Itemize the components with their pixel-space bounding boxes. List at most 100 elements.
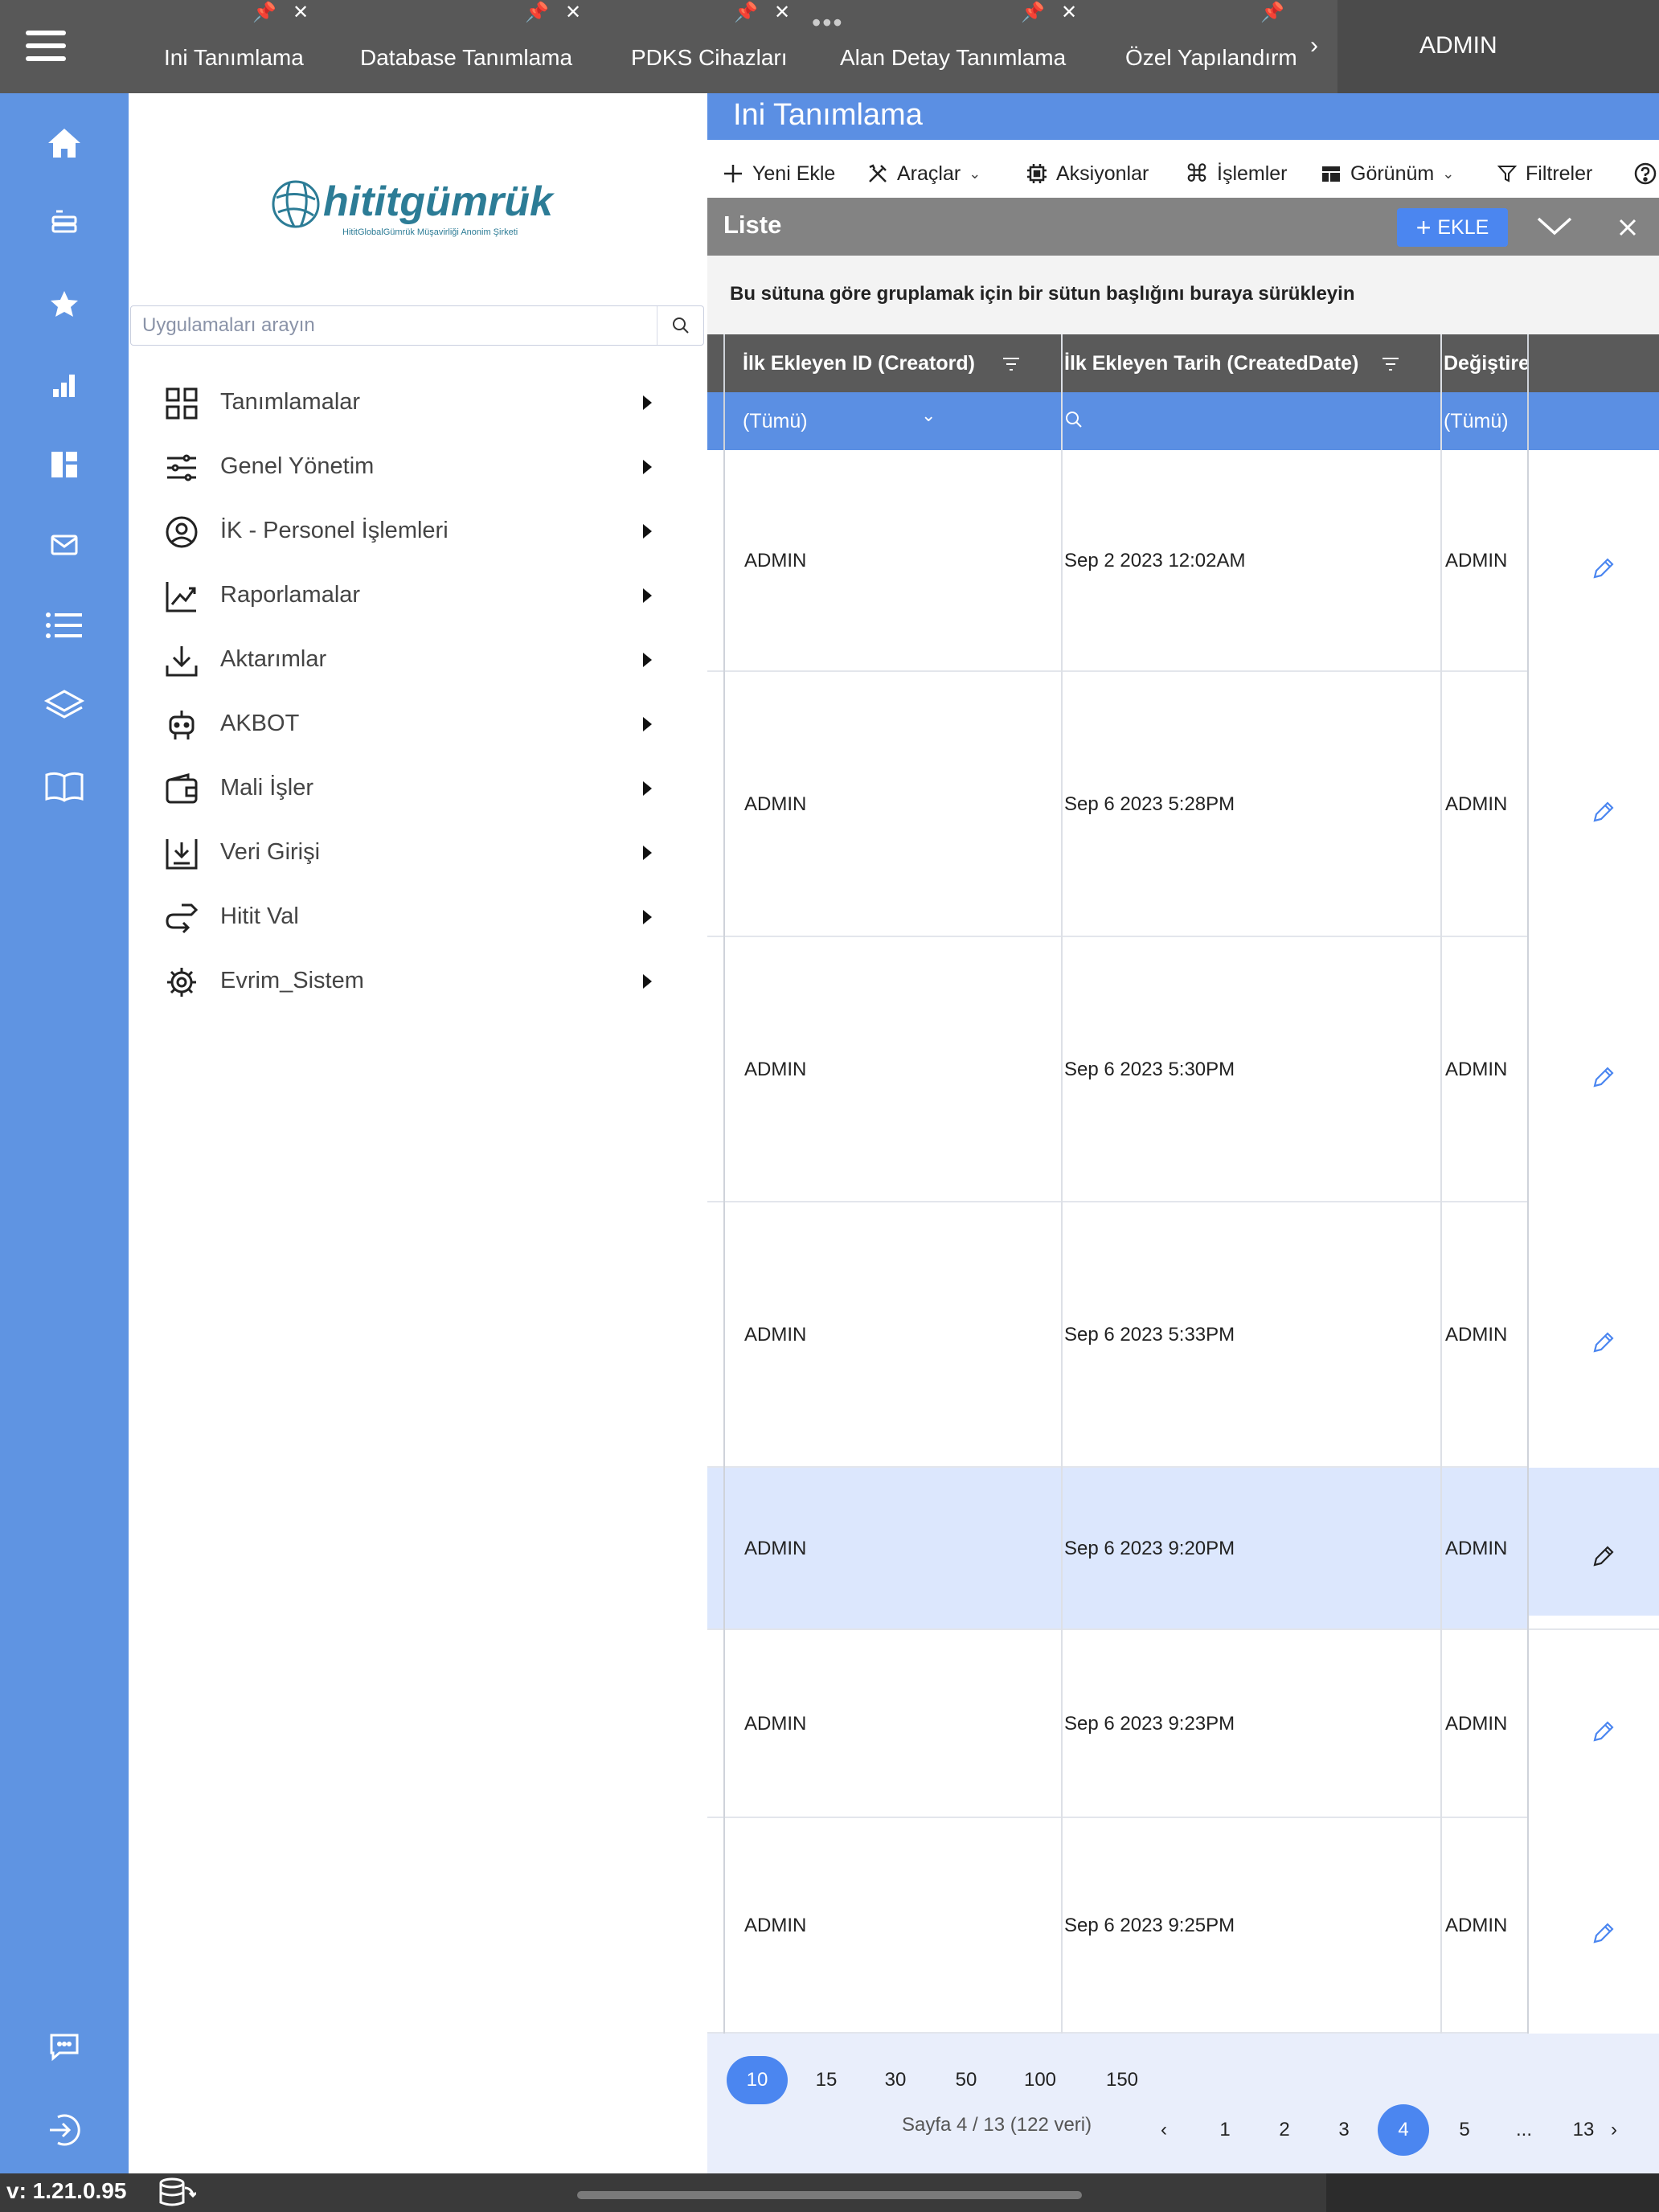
new-button[interactable]: Yeni Ekle	[722, 158, 835, 190]
page-number[interactable]: 3	[1318, 2104, 1370, 2156]
group-drop-area[interactable]: Bu sütuna göre gruplamak için bir sütun …	[707, 256, 1659, 334]
menu-item-raporlamalar[interactable]: Raporlamalar	[164, 571, 678, 619]
plus-icon: +	[1415, 213, 1432, 242]
layers-icon[interactable]	[40, 682, 88, 730]
close-tab-icon[interactable]: ✕	[1061, 2, 1077, 24]
table-row[interactable]: ADMIN Sep 2 2023 12:02AM ADMIN	[707, 450, 1659, 672]
help-button[interactable]	[1633, 158, 1659, 190]
page-size-option[interactable]: 15	[796, 2056, 857, 2104]
menu-item-label: Mali İşler	[220, 775, 314, 801]
list-icon[interactable]	[40, 601, 88, 649]
layout-icon	[1322, 166, 1340, 182]
table-row[interactable]: ADMIN Sep 6 2023 9:20PM ADMIN	[707, 1468, 1659, 1630]
chevron-right-icon[interactable]: ›	[1310, 32, 1318, 59]
pin-icon[interactable]: 📌	[734, 2, 758, 24]
tab-database-tanimlama[interactable]: 📌 ✕ Database Tanımlama	[360, 0, 601, 93]
page-number[interactable]: 1	[1199, 2104, 1251, 2156]
actions-button[interactable]: Aksiyonlar	[1026, 158, 1149, 190]
page-size-option[interactable]: 100	[1010, 2056, 1071, 2104]
mail-icon[interactable]	[40, 521, 88, 569]
page-number[interactable]: 2	[1259, 2104, 1310, 2156]
edit-pencil-icon[interactable]	[1590, 1329, 1617, 1356]
home-icon[interactable]	[40, 119, 88, 167]
prev-page-icon[interactable]: ‹	[1138, 2104, 1190, 2156]
column-filter-icon[interactable]	[1381, 355, 1400, 373]
creator-filter-select[interactable]: (Tümü) ⌄	[743, 392, 1048, 450]
table-row[interactable]: ADMIN Sep 6 2023 9:23PM ADMIN	[707, 1630, 1659, 1818]
chevron-down-icon: ⌄	[1442, 165, 1455, 182]
tab-ozel-yapilandirma[interactable]: 📌 Özel Yapılandırm	[1125, 0, 1299, 93]
menu-item-genel-yonetim[interactable]: Genel Yönetim	[164, 442, 678, 490]
operations-button[interactable]: ⌘ İşlemler	[1185, 158, 1288, 190]
edit-pencil-icon[interactable]	[1590, 1919, 1617, 1947]
edit-pencil-icon[interactable]	[1590, 1542, 1617, 1570]
cell-modifier: ADMIN	[1445, 1538, 1508, 1559]
column-filter-icon[interactable]	[1002, 355, 1021, 373]
app-search-input[interactable]	[142, 311, 641, 340]
tab-ini-tanimlama[interactable]: 📌 ✕ Ini Tanımlama	[164, 0, 325, 93]
close-tab-icon[interactable]: ✕	[565, 2, 581, 24]
caret-right-icon	[643, 974, 652, 989]
menu-item-ik-personel[interactable]: İK - Personel İşlemleri	[164, 506, 678, 555]
star-icon[interactable]	[40, 280, 88, 328]
view-dropdown[interactable]: Görünüm ⌄	[1320, 158, 1454, 190]
edit-pencil-icon[interactable]	[1590, 1063, 1617, 1091]
pin-icon[interactable]: 📌	[1021, 2, 1045, 24]
toolbar: Yeni Ekle Araçlar ⌄ Aksiyonlar ⌘ İşlemle…	[707, 140, 1659, 204]
menu-item-evrim-sistem[interactable]: Evrim_Sistem	[164, 956, 678, 1005]
tools-dropdown[interactable]: Araçlar ⌄	[866, 158, 981, 190]
pin-icon[interactable]: 📌	[525, 2, 549, 24]
close-tab-icon[interactable]: ✕	[774, 2, 790, 24]
logout-icon[interactable]	[40, 2106, 88, 2154]
page-size-option[interactable]: 10	[727, 2056, 788, 2104]
edit-pencil-icon[interactable]	[1590, 798, 1617, 825]
add-button[interactable]: + EKLE	[1397, 208, 1508, 247]
table-row[interactable]: ADMIN Sep 6 2023 5:30PM ADMIN	[707, 937, 1659, 1202]
chat-icon[interactable]	[40, 2022, 88, 2071]
more-tabs-icon[interactable]: •••	[812, 8, 844, 38]
user-menu[interactable]: ADMIN	[1337, 0, 1659, 93]
tab-pdks-cihazlari[interactable]: 📌 ✕ PDKS Cihazları	[631, 0, 808, 93]
edit-pencil-icon[interactable]	[1590, 555, 1617, 582]
column-header-created-date[interactable]: İlk Ekleyen Tarih (CreatedDate)	[1064, 334, 1386, 392]
edit-pencil-icon[interactable]	[1590, 1718, 1617, 1745]
menu-item-veri-girisi[interactable]: Veri Girişi	[164, 828, 678, 876]
table-row[interactable]: ADMIN Sep 6 2023 5:33PM ADMIN	[707, 1202, 1659, 1468]
filters-button[interactable]: Filtreler	[1497, 158, 1592, 190]
search-icon[interactable]	[657, 306, 703, 345]
menu-item-hitit-val[interactable]: Hitit Val	[164, 892, 678, 940]
menu-item-mali-isler[interactable]: Mali İşler	[164, 764, 678, 812]
page-size-option[interactable]: 50	[936, 2056, 997, 2104]
page-number[interactable]: 4	[1378, 2104, 1429, 2156]
collapse-chevron-icon[interactable]	[1534, 212, 1575, 241]
hamburger-menu-icon[interactable]	[24, 27, 69, 64]
column-header-modifier[interactable]: Değiştire	[1444, 334, 1527, 392]
menu-item-aktarimlar[interactable]: Aktarımlar	[164, 635, 678, 683]
close-icon[interactable]	[1614, 214, 1641, 241]
column-header-creator[interactable]: İlk Ekleyen ID (Creatord)	[743, 334, 1024, 392]
server-icon[interactable]	[40, 199, 88, 248]
menu-item-akbot[interactable]: AKBOT	[164, 699, 678, 748]
caret-right-icon	[643, 524, 652, 539]
next-page-icon[interactable]: ›	[1588, 2104, 1640, 2156]
cell-creator: ADMIN	[744, 793, 807, 815]
menu-item-tanimlamalar[interactable]: Tanımlamalar	[164, 378, 678, 426]
table-row[interactable]: ADMIN Sep 6 2023 5:28PM ADMIN	[707, 672, 1659, 937]
page-size-option[interactable]: 30	[865, 2056, 926, 2104]
close-tab-icon[interactable]: ✕	[293, 2, 309, 24]
table-row[interactable]: ADMIN Sep 6 2023 9:25PM ADMIN	[707, 1818, 1659, 2034]
column-header-label: İlk Ekleyen ID (Creatord)	[743, 352, 975, 375]
pin-icon[interactable]: 📌	[1260, 2, 1284, 24]
page-number[interactable]: 5	[1439, 2104, 1490, 2156]
database-sync-icon[interactable]	[158, 2177, 196, 2209]
bar-chart-icon[interactable]	[40, 360, 88, 408]
dashboard-icon[interactable]	[40, 440, 88, 489]
menu-item-label: Hitit Val	[220, 903, 299, 929]
status-bar-right	[1326, 2173, 1659, 2212]
page-size-option[interactable]: 150	[1092, 2056, 1153, 2104]
book-icon[interactable]	[40, 762, 88, 810]
tab-alan-detay-tanimlama[interactable]: 📌 ✕ Alan Detay Tanımlama	[840, 0, 1081, 93]
pin-icon[interactable]: 📌	[252, 2, 276, 24]
modifier-filter-select[interactable]: (Tümü)	[1444, 392, 1527, 450]
date-filter-input[interactable]	[1064, 392, 1434, 450]
